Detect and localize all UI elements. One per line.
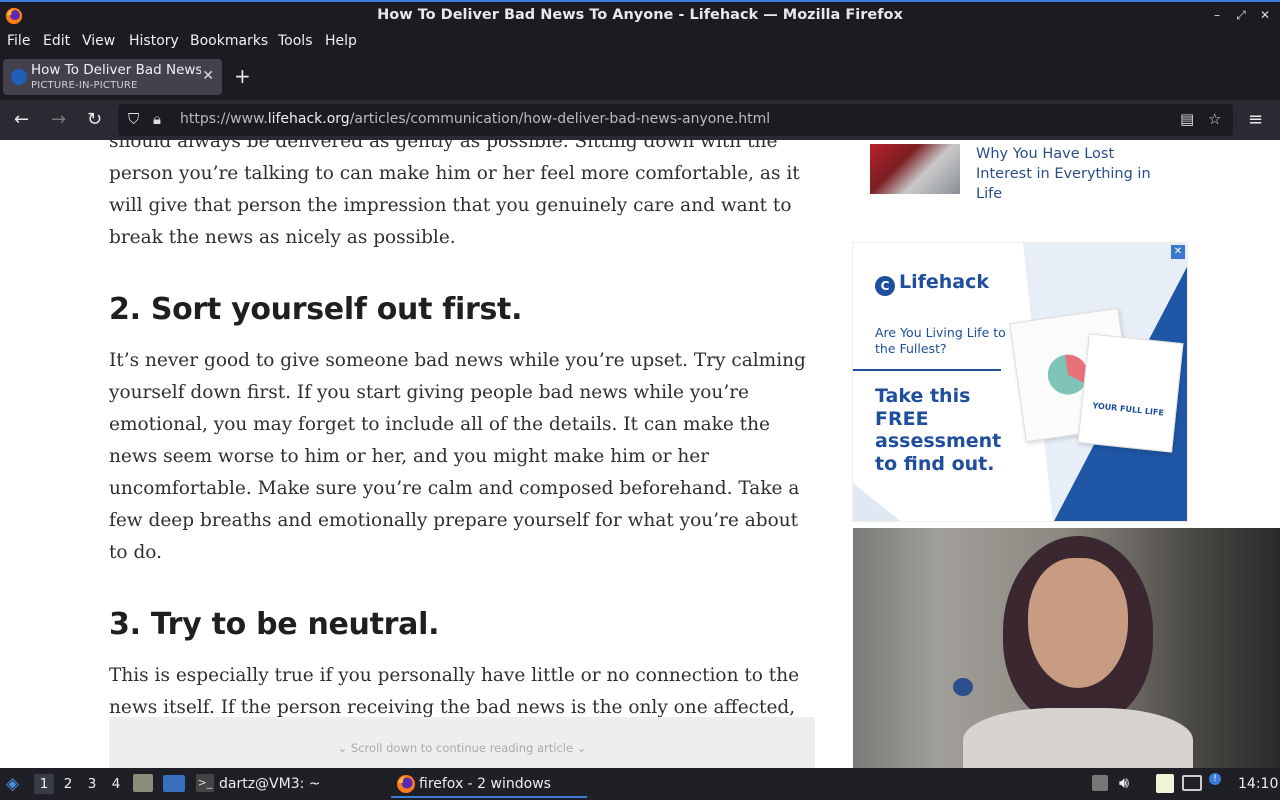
page-content: should always be delivered as gently as … <box>0 140 1280 768</box>
notification-icon[interactable]: ! <box>1209 773 1221 785</box>
video-lamp <box>953 678 973 696</box>
volume-icon[interactable]: 🔊︎ <box>1119 773 1129 793</box>
start-menu-icon[interactable]: ◈ <box>6 774 19 794</box>
tab-active[interactable]: How To Deliver Bad News PICTURE-IN-PICTU… <box>3 59 222 95</box>
tab-bar: How To Deliver Bad News PICTURE-IN-PICTU… <box>0 54 1280 100</box>
forward-arrow-icon[interactable]: → <box>51 109 66 130</box>
reload-icon[interactable]: ↻ <box>87 109 102 130</box>
related-article-title[interactable]: Why You Have Lost Interest in Everything… <box>976 144 1166 204</box>
video-person-face <box>1028 558 1128 688</box>
window-titlebar: How To Deliver Bad News To Anyone - Life… <box>0 0 1280 30</box>
menu-edit[interactable]: Edit <box>43 33 70 49</box>
file-manager-icon[interactable] <box>133 774 153 792</box>
bookmark-star-icon[interactable]: ☆ <box>1208 110 1221 128</box>
clipboard-icon[interactable] <box>1156 774 1174 793</box>
new-tab-button[interactable]: + <box>234 64 251 88</box>
article-paragraph: It’s never good to give someone bad news… <box>109 350 806 563</box>
desktop-icon[interactable] <box>163 775 185 792</box>
scroll-hint-text[interactable]: ⌄ Scroll down to continue reading articl… <box>109 741 815 755</box>
ad-cta[interactable]: Take this FREE assessment to find out. <box>875 385 1015 475</box>
terminal-window-item[interactable]: dartz@VM3: ~ <box>219 776 321 792</box>
article-paragraph: should always be delivered as gently as … <box>109 140 800 248</box>
menu-view[interactable]: View <box>82 33 115 49</box>
lifehack-favicon-icon <box>11 69 27 85</box>
reader-view-icon[interactable]: ▤ <box>1180 110 1194 128</box>
workspace-2[interactable]: 2 <box>58 774 78 794</box>
section-heading: 2. Sort yourself out first. <box>109 292 523 327</box>
tab-close-button[interactable]: ✕ <box>202 68 214 84</box>
related-article-thumbnail[interactable] <box>870 144 960 194</box>
menu-help[interactable]: Help <box>325 33 357 49</box>
back-arrow-icon[interactable]: ← <box>14 109 29 130</box>
taskbar: ◈ 1 2 3 4 >_ dartz@VM3: ~ firefox - 2 wi… <box>0 768 1280 800</box>
lock-icon[interactable]: 🔒︎ <box>153 110 161 128</box>
url-text[interactable]: https://www.lifehack.org/articles/commun… <box>180 111 770 127</box>
article-body: should always be delivered as gently as … <box>109 140 819 768</box>
minimize-button[interactable]: – <box>1210 8 1224 23</box>
lifehack-logo: C Lifehack <box>875 271 989 296</box>
ad-close-button[interactable]: ✕ <box>1171 245 1185 259</box>
advertisement[interactable]: C Lifehack Are You Living Life to the Ful… <box>852 242 1188 522</box>
tray-updates-icon[interactable] <box>1092 775 1108 791</box>
display-icon[interactable] <box>1182 775 1202 791</box>
menu-history[interactable]: History <box>129 33 179 49</box>
hamburger-menu-icon[interactable]: ≡ <box>1248 109 1263 130</box>
firefox-icon <box>397 775 415 793</box>
ad-question: Are You Living Life to the Fullest? <box>875 325 1006 356</box>
maximize-button[interactable]: ⤢ <box>1234 8 1248 23</box>
ad-divider <box>853 369 1001 371</box>
picture-in-picture-video[interactable] <box>853 528 1280 768</box>
workspace-1[interactable]: 1 <box>34 774 54 794</box>
tab-subtitle: PICTURE-IN-PICTURE <box>31 80 138 91</box>
window-title: How To Deliver Bad News To Anyone - Life… <box>377 7 903 23</box>
tracking-shield-icon[interactable]: ⛉ <box>128 110 139 128</box>
menu-file[interactable]: File <box>7 33 30 49</box>
ad-report-image: YOUR FULL LIFE <box>1077 333 1184 453</box>
url-bar[interactable]: ⛉ 🔒︎ https://www.lifehack.org/articles/c… <box>118 104 1233 136</box>
menu-bar: File Edit View History Bookmarks Tools H… <box>0 30 1280 54</box>
navigation-toolbar: ← → ↻ ⛉ 🔒︎ https://www.lifehack.org/arti… <box>0 100 1280 140</box>
section-heading: 3. Try to be neutral. <box>109 607 440 642</box>
menu-bookmarks[interactable]: Bookmarks <box>190 33 268 49</box>
video-person-body <box>963 708 1193 768</box>
terminal-icon[interactable]: >_ <box>196 774 214 792</box>
clock[interactable]: 14:10 <box>1238 776 1278 792</box>
menu-tools[interactable]: Tools <box>278 33 313 49</box>
firefox-window-label: firefox - 2 windows <box>419 776 551 792</box>
firefox-window-item[interactable]: firefox - 2 windows <box>391 770 587 798</box>
close-window-button[interactable]: ✕ <box>1258 8 1272 23</box>
workspace-4[interactable]: 4 <box>106 774 126 794</box>
scroll-hint-box[interactable]: ⌄ Scroll down to continue reading articl… <box>109 717 815 768</box>
workspace-3[interactable]: 3 <box>82 774 102 794</box>
tab-title: How To Deliver Bad News <box>31 62 201 78</box>
